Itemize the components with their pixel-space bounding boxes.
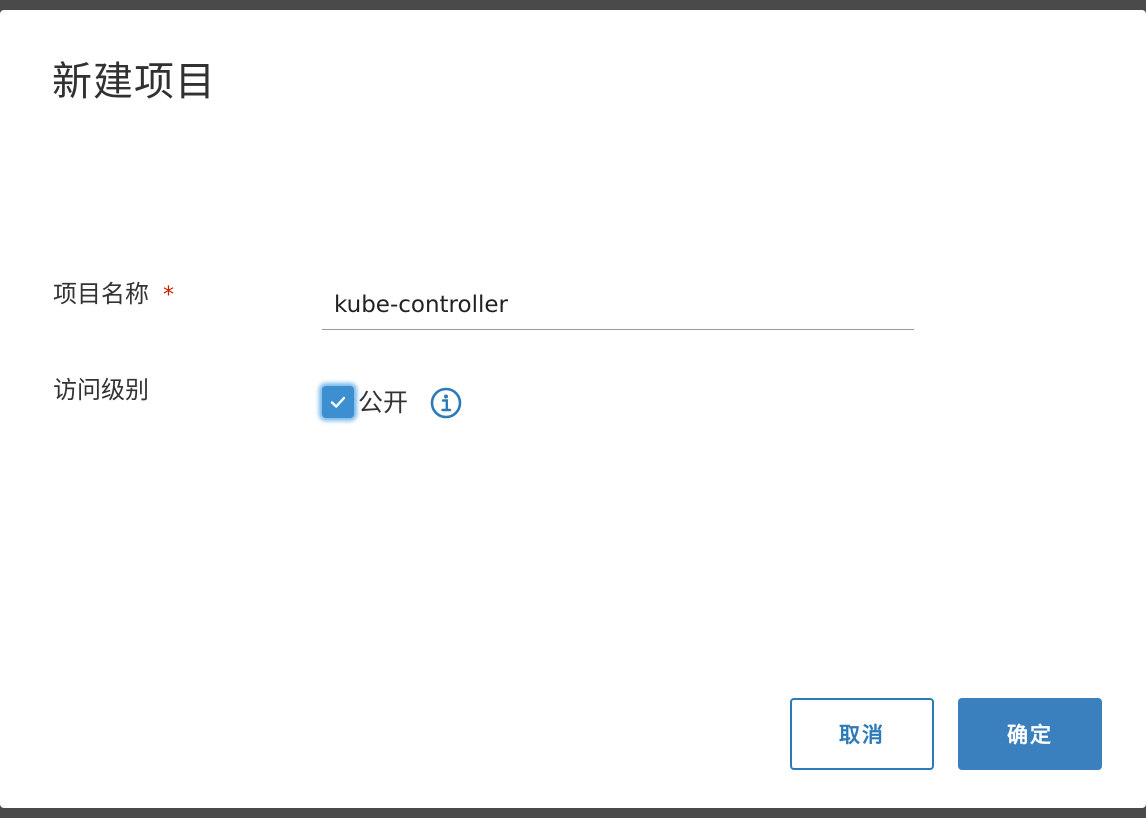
confirm-button[interactable]: 确定 (958, 698, 1102, 770)
checkmark-icon (330, 396, 346, 408)
project-name-label: 项目名称 * (53, 278, 174, 312)
public-checkbox[interactable] (322, 386, 354, 418)
dialog-title: 新建项目 (52, 59, 216, 105)
required-marker: * (163, 283, 174, 308)
access-level-label: 访问级别 (53, 376, 149, 404)
public-checkbox-label[interactable]: 公开 (358, 387, 408, 419)
new-project-dialog: 新建项目 项目名称 * 访问级别 公开 取消 确定 (0, 10, 1146, 808)
info-circle-icon[interactable] (430, 387, 462, 419)
cancel-button[interactable]: 取消 (790, 698, 934, 770)
project-name-input[interactable] (322, 280, 914, 330)
project-name-label-text: 项目名称 (53, 280, 149, 308)
